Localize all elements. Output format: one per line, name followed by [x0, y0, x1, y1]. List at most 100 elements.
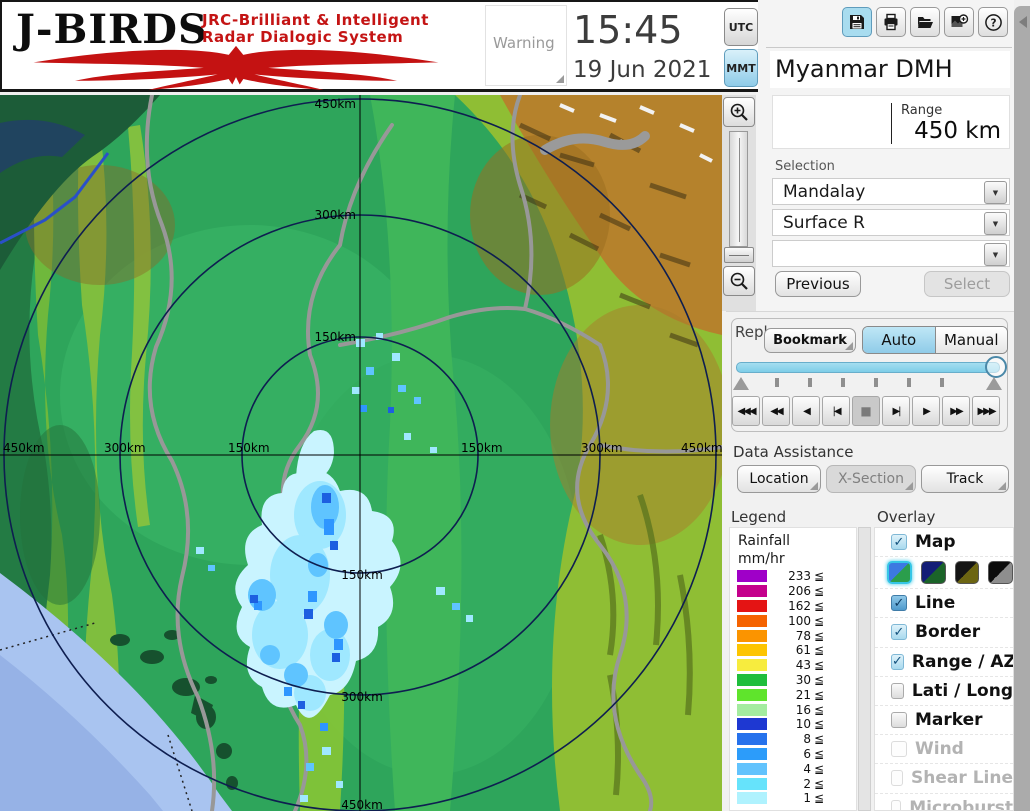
map-style-3[interactable] — [954, 561, 980, 585]
utc-button[interactable]: UTC — [724, 8, 758, 46]
section-divider — [726, 311, 1014, 312]
forward-button[interactable]: ▶▶ — [942, 396, 970, 426]
legend-swatch — [737, 688, 767, 701]
print-icon — [884, 13, 898, 31]
rewind-fast-button[interactable]: ◀◀◀ — [732, 396, 760, 426]
capture-button[interactable] — [944, 7, 974, 37]
collapse-panel-icon[interactable] — [1019, 16, 1027, 28]
legend-value: 78 — [795, 628, 811, 643]
track-button[interactable]: Track — [921, 465, 1009, 493]
radar-map-svg[interactable]: 450km 300km 150km 150km 300km 450km 450k… — [0, 93, 730, 811]
previous-button[interactable]: Previous — [775, 271, 861, 297]
svg-text:?: ? — [990, 17, 996, 29]
zoom-in-icon — [730, 103, 748, 121]
range-divider — [891, 103, 892, 144]
product-dropdown[interactable]: Surface R ▼ — [772, 209, 1010, 236]
microburst-checkbox[interactable] — [891, 799, 902, 810]
zoom-slider-handle[interactable] — [724, 247, 754, 263]
legend-title-2: mm/hr — [738, 551, 785, 567]
microburst-label: Microburst — [909, 797, 1013, 811]
stop-button[interactable]: ■ — [852, 396, 880, 426]
less-equal-icon: ≦ — [814, 791, 825, 806]
radar-map[interactable]: 450km 300km 150km 150km 300km 450km 450k… — [0, 93, 730, 811]
legend-row: 100 ≦ — [730, 613, 856, 628]
lati-long-label: Lati / Long — [911, 680, 1013, 701]
chevron-down-icon[interactable]: ▼ — [984, 212, 1007, 235]
location-button[interactable]: Location — [737, 465, 821, 493]
popup-grip-icon — [998, 482, 1006, 490]
print-button[interactable] — [876, 7, 906, 37]
less-equal-icon: ≦ — [814, 613, 825, 628]
map-style-2[interactable] — [920, 561, 946, 585]
wind-checkbox[interactable] — [891, 741, 907, 758]
legend-row: 206 ≦ — [730, 584, 856, 599]
mmt-button[interactable]: MMT — [724, 49, 758, 87]
overlay-item-line: ✓ Line — [875, 588, 1013, 617]
bookmark-label: Bookmark — [773, 333, 847, 348]
less-equal-icon: ≦ — [814, 643, 825, 658]
legend-value: 206 — [788, 584, 811, 599]
less-equal-icon: ≦ — [814, 628, 825, 643]
legend-scrollbar[interactable] — [858, 527, 871, 811]
line-checkbox[interactable]: ✓ — [891, 595, 907, 612]
legend-swatch — [737, 570, 767, 583]
popup-grip-icon — [845, 342, 853, 350]
legend-value: 30 — [795, 672, 811, 687]
help-icon: ? — [984, 13, 1002, 31]
header: J-BIRDS JRC-Brilliant & Intelligent Rada… — [0, 0, 758, 92]
step-back-button[interactable]: |◀ — [822, 396, 850, 426]
zoom-handle-line — [729, 255, 749, 256]
chevron-down-icon[interactable]: ▼ — [984, 243, 1007, 266]
legend-row: 6 ≦ — [730, 747, 856, 762]
overlay-panel: ✓ Map ✓ Line ✓ Border ✓ Range / AZ Lati / Long Ma… — [874, 527, 1014, 811]
x-section-button[interactable]: X-Section — [826, 465, 916, 493]
chevron-down-icon[interactable]: ▼ — [984, 181, 1007, 204]
station-dropdown[interactable]: Mandalay ▼ — [772, 178, 1010, 205]
shear-line-label: Shear Line — [911, 768, 1013, 789]
slider-end-marker[interactable] — [986, 377, 1002, 390]
forward-fast-button[interactable]: ▶▶▶ — [972, 396, 1000, 426]
open-folder-button[interactable] — [910, 7, 940, 37]
zoom-slider-track[interactable] — [729, 131, 748, 247]
option-dropdown[interactable]: ▼ — [772, 240, 1010, 267]
play-reverse-button[interactable]: ◀ — [792, 396, 820, 426]
marker-checkbox[interactable] — [891, 712, 907, 729]
play-button[interactable]: ▶ — [912, 396, 940, 426]
resize-grip-icon[interactable] — [556, 75, 564, 83]
range-value: 450 km — [914, 118, 1001, 144]
replay-slider-track[interactable] — [736, 362, 1000, 373]
range-az-label: Range / AZ — [911, 651, 1014, 672]
select-button[interactable]: Select — [924, 271, 1010, 297]
legend-row: 1 ≦ — [730, 791, 856, 806]
range-az-checkbox[interactable]: ✓ — [891, 653, 904, 670]
legend-row: 8 ≦ — [730, 732, 856, 747]
legend-swatch — [737, 747, 767, 760]
zoom-out-button[interactable] — [723, 266, 755, 296]
replay-slider-handle[interactable] — [985, 356, 1007, 378]
map-style-4[interactable] — [988, 561, 1013, 585]
auto-button[interactable]: Auto — [863, 327, 936, 353]
legend-swatch — [737, 614, 767, 627]
lati-long-checkbox[interactable] — [891, 682, 904, 699]
step-forward-button[interactable]: ▶| — [882, 396, 910, 426]
border-checkbox[interactable]: ✓ — [891, 624, 907, 641]
manual-button[interactable]: Manual — [935, 327, 1007, 353]
legend-row: 16 ≦ — [730, 702, 856, 717]
popup-grip-icon — [905, 482, 913, 490]
warning-panel[interactable]: Warning — [485, 5, 567, 86]
jbirds-app: 450km 300km 150km 150km 300km 450km 450k… — [0, 0, 1030, 811]
help-button[interactable]: ? — [978, 7, 1008, 37]
shear-line-checkbox[interactable] — [891, 770, 904, 787]
rewind-button[interactable]: ◀◀ — [762, 396, 790, 426]
bookmark-button[interactable]: Bookmark — [764, 328, 856, 353]
map-style-1[interactable] — [887, 561, 912, 585]
save-button[interactable] — [842, 7, 872, 37]
overlay-item-range-az: ✓ Range / AZ — [875, 646, 1014, 676]
less-equal-icon: ≦ — [814, 687, 825, 702]
slider-start-marker[interactable] — [733, 377, 749, 390]
svg-text:150km: 150km — [461, 441, 503, 455]
map-checkbox[interactable]: ✓ — [891, 534, 907, 551]
zoom-in-button[interactable] — [723, 97, 755, 127]
slider-tick — [808, 378, 812, 387]
legend-row: 61 ≦ — [730, 643, 856, 658]
